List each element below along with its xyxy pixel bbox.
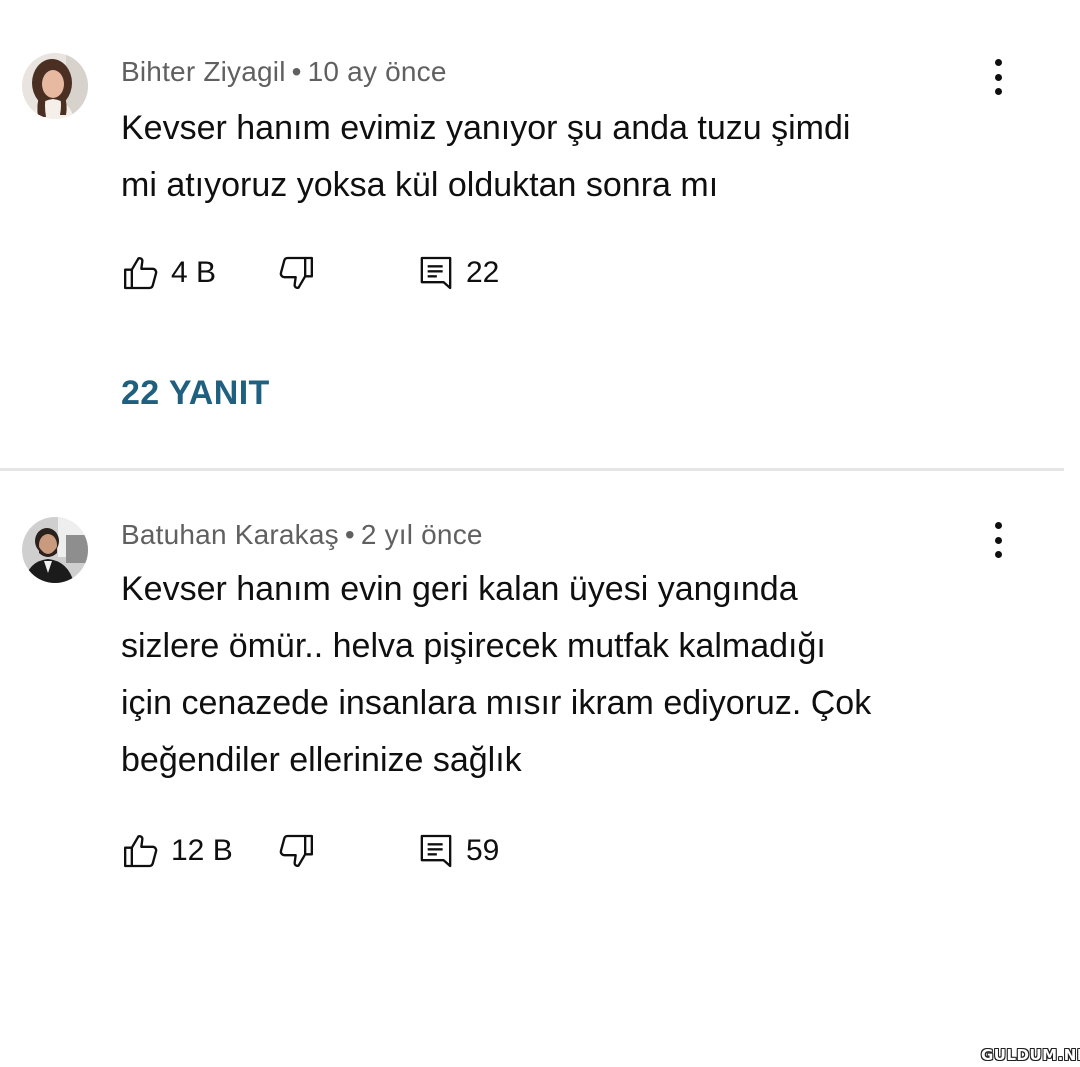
- avatar[interactable]: [22, 517, 88, 583]
- user-avatar-man-icon: [22, 517, 88, 583]
- meta-separator: •: [344, 519, 355, 550]
- comment-meta: Batuhan Karakaş • 2 yıl önce: [121, 519, 483, 551]
- comment-text-line: Kevser hanım evin geri kalan üyesi yangı…: [121, 570, 798, 608]
- watermark: GULDUM.NET: [981, 1046, 1080, 1064]
- comment-text: Kevser hanım evin geri kalan üyesi yangı…: [121, 561, 1001, 789]
- like-count: 12 B: [171, 834, 233, 867]
- like-button[interactable]: 12 B: [121, 828, 233, 874]
- comment-time: 2 yıl önce: [360, 519, 483, 550]
- comment-text-line: beğendiler ellerinize sağlık: [121, 741, 522, 779]
- thumb-down-icon: [279, 834, 313, 867]
- comment-2: Batuhan Karakaş • 2 yıl önce Kevser hanım …: [0, 0, 1080, 1067]
- reply-button[interactable]: 59: [416, 828, 499, 874]
- comment-actions: 12 B 59: [121, 828, 541, 874]
- thumb-up-icon: [124, 835, 158, 868]
- dislike-button[interactable]: [276, 828, 316, 874]
- reply-count: 59: [466, 834, 500, 867]
- comment-text-line: için cenazede insanlara mısır ikram ediy…: [121, 684, 872, 722]
- reply-comment-icon: [420, 834, 452, 868]
- more-vert-icon[interactable]: [984, 518, 1012, 562]
- comment-text-line: sizlere ömür.. helva pişirecek mutfak ka…: [121, 627, 826, 665]
- author-name[interactable]: Batuhan Karakaş: [121, 519, 339, 550]
